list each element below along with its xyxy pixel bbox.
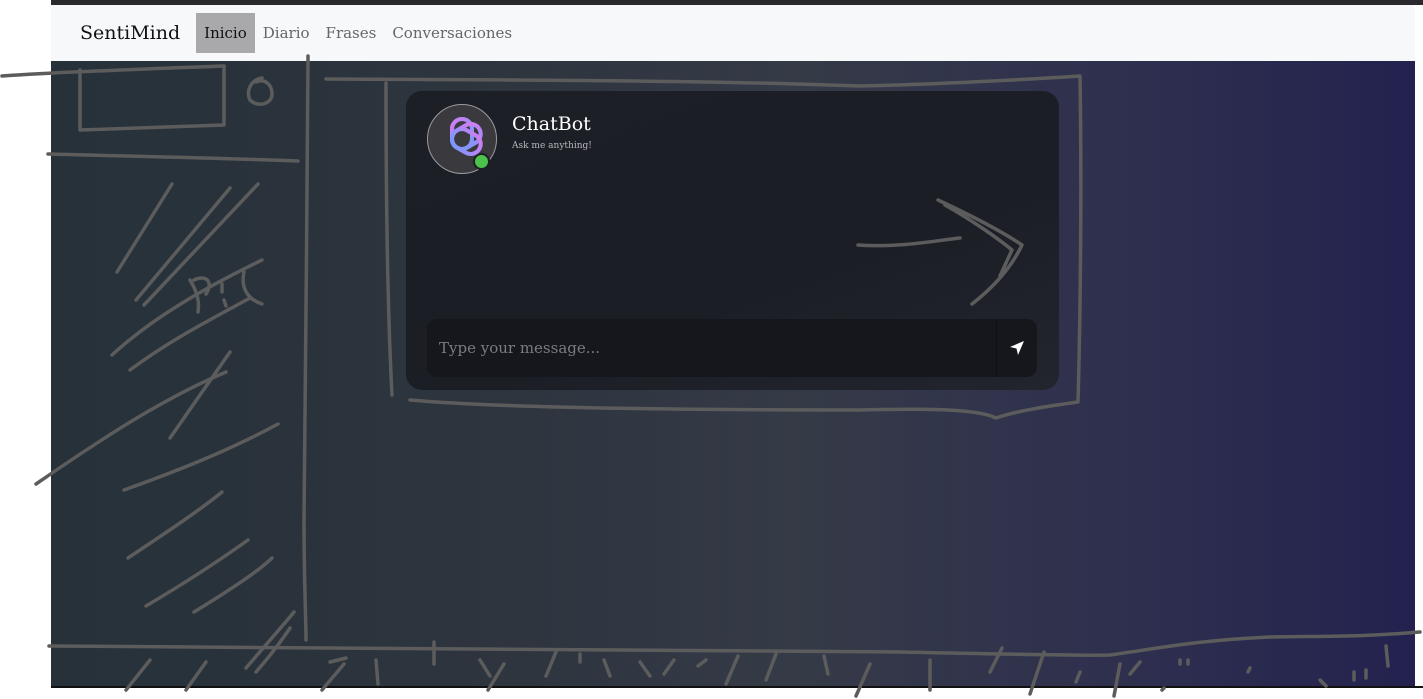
nav-link-inicio[interactable]: Inicio — [196, 13, 255, 53]
send-button[interactable] — [996, 319, 1037, 377]
nav-link-diario[interactable]: Diario — [255, 13, 318, 53]
online-status-dot — [473, 153, 490, 170]
bottom-border — [51, 686, 1423, 688]
navbar: SentiMind Inicio Diario Frases Conversac… — [51, 5, 1415, 61]
bot-name: ChatBot — [512, 113, 591, 135]
message-input-row — [427, 319, 1037, 377]
message-input[interactable] — [427, 319, 967, 377]
chat-card: ChatBot Ask me anything! — [406, 91, 1059, 390]
send-icon — [1010, 341, 1024, 355]
bot-subtitle: Ask me anything! — [512, 141, 592, 151]
nav-link-conversaciones[interactable]: Conversaciones — [384, 13, 520, 53]
brand-logo[interactable]: SentiMind — [80, 22, 180, 44]
nav-link-frases[interactable]: Frases — [318, 13, 385, 53]
